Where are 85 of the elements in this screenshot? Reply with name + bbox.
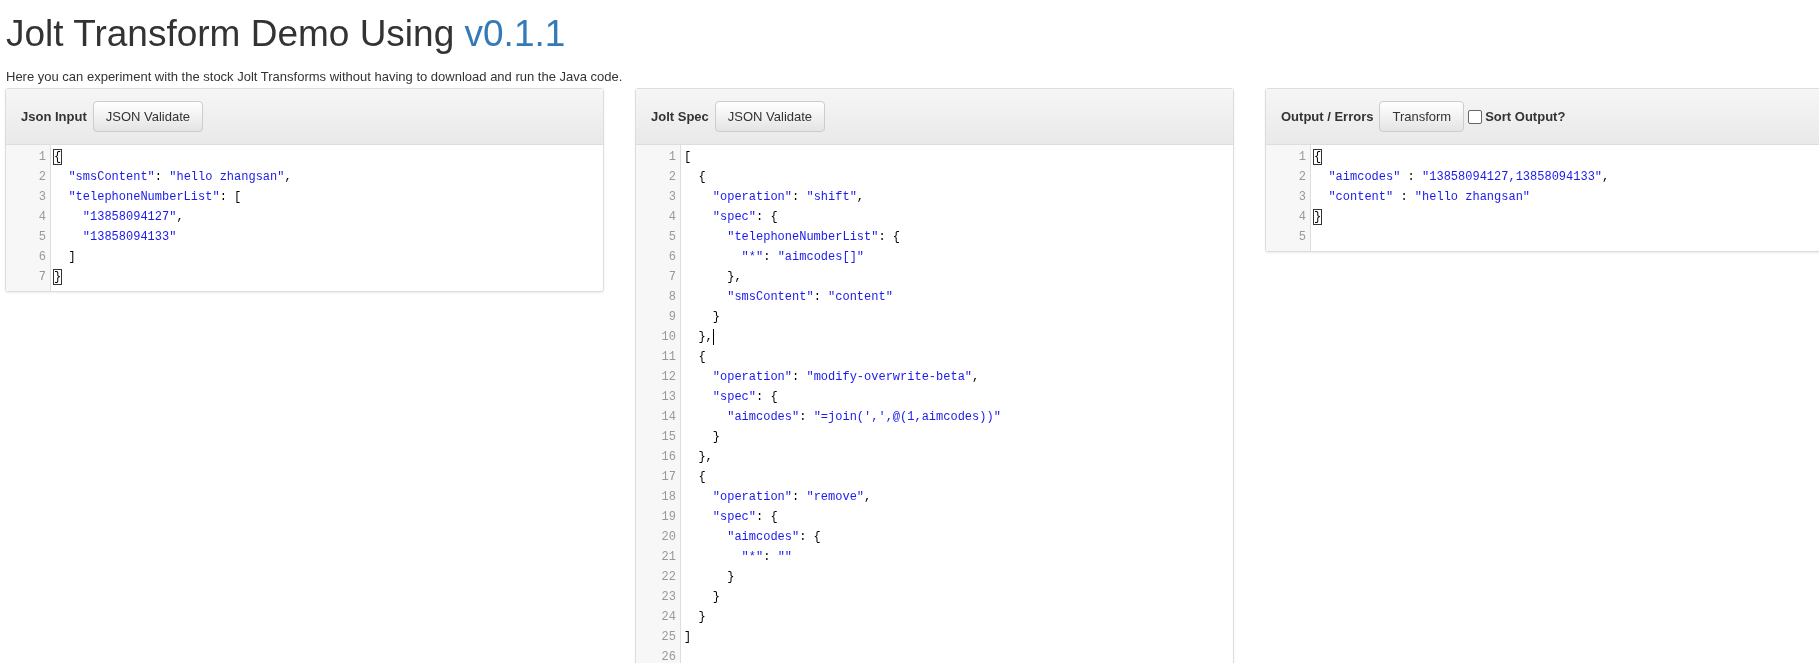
code-line: "telephoneNumberList": { xyxy=(726,229,901,246)
line-number: 15 xyxy=(661,430,676,444)
line-number: 5 xyxy=(1298,230,1306,244)
code-line: "*": "" xyxy=(740,549,793,566)
line-number: 5 xyxy=(38,230,46,244)
code-line: "spec": { xyxy=(711,209,778,226)
line-number: 2 xyxy=(1298,170,1306,184)
code-line: "content" : "hello zhangsan" xyxy=(1327,189,1531,206)
code-line: { xyxy=(1314,149,1322,166)
code-line: "operation": "modify-overwrite-beta", xyxy=(711,369,980,386)
line-number: 20 xyxy=(661,530,676,544)
code-line: "*": "aimcodes[]" xyxy=(740,249,865,266)
code-line: "spec": { xyxy=(711,389,778,406)
line-number: 4 xyxy=(668,210,676,224)
panel-title: Json Input xyxy=(21,109,87,124)
code-line: } xyxy=(726,569,735,586)
code-line: "aimcodes": { xyxy=(726,529,821,546)
sort-checkbox[interactable] xyxy=(1468,109,1483,124)
line-number: 3 xyxy=(668,190,676,204)
code-line: } xyxy=(54,269,62,286)
line-number: 2 xyxy=(668,170,676,184)
line-number: 10 xyxy=(661,330,676,344)
code-line: } xyxy=(711,309,720,326)
line-number: 8 xyxy=(668,290,676,304)
line-number: 4 xyxy=(1298,210,1306,224)
code-line: } xyxy=(711,589,720,606)
line-number: 24 xyxy=(661,610,676,624)
code-line: ] xyxy=(684,629,692,646)
line-number: 6 xyxy=(38,250,46,264)
code-line: { xyxy=(697,169,706,186)
code-line: }, xyxy=(697,329,713,346)
version-link[interactable]: v0.1.1 xyxy=(464,13,566,54)
line-number: 9 xyxy=(668,310,676,324)
line-number: 18 xyxy=(661,490,676,504)
line-number: 1 xyxy=(668,150,676,164)
line-number: 5 xyxy=(668,230,676,244)
code-line: } xyxy=(1314,209,1322,226)
code-line: { xyxy=(697,349,706,366)
code-line: ] xyxy=(67,249,76,266)
line-number: 19 xyxy=(661,510,676,524)
code-line: }, xyxy=(697,449,713,466)
line-number: 7 xyxy=(38,270,46,284)
line-number: 16 xyxy=(661,450,676,464)
code-line: }, xyxy=(726,269,742,286)
line-number: 11 xyxy=(661,350,676,364)
line-number: 14 xyxy=(661,410,676,424)
action-button[interactable]: JSON Validate xyxy=(92,101,203,132)
action-button[interactable]: JSON Validate xyxy=(714,101,826,132)
code-line: [ xyxy=(684,149,692,166)
line-number: 25 xyxy=(661,630,676,644)
line-number: 13 xyxy=(661,390,676,404)
line-number: 23 xyxy=(661,590,676,604)
line-number: 26 xyxy=(661,650,676,663)
code-line: "smsContent": "content" xyxy=(726,289,893,306)
code-line: { xyxy=(54,149,62,166)
code-line: } xyxy=(697,609,706,626)
code-line: "13858094133" xyxy=(81,229,177,246)
panel-title: Jolt Spec xyxy=(651,109,709,124)
code-line: "13858094127", xyxy=(81,209,184,226)
code-line: } xyxy=(711,429,720,446)
line-number: 17 xyxy=(661,470,676,484)
line-number: 3 xyxy=(38,190,46,204)
action-button[interactable]: Transform xyxy=(1379,101,1465,132)
panel-title: Output / Errors xyxy=(1281,109,1374,124)
line-number: 21 xyxy=(661,550,676,564)
code-line: "operation": "shift", xyxy=(711,189,865,206)
code-line: "telephoneNumberList": [ xyxy=(67,189,242,206)
line-number: 2 xyxy=(38,170,46,184)
line-number: 22 xyxy=(661,570,676,584)
line-number: 1 xyxy=(1298,150,1306,164)
line-number: 3 xyxy=(1298,190,1306,204)
line-number: 6 xyxy=(668,250,676,264)
code-line: "operation": "remove", xyxy=(711,489,872,506)
code-line: "aimcodes" : "13858094127,13858094133", xyxy=(1327,169,1610,186)
code-line: "spec": { xyxy=(711,509,778,526)
code-line: "aimcodes": "=join(',',@(1,aimcodes))" xyxy=(726,409,1001,426)
line-number: 7 xyxy=(668,270,676,284)
code-line: "smsContent": "hello zhangsan", xyxy=(67,169,292,186)
page-title: Jolt Transform Demo Using xyxy=(6,13,456,54)
line-number: 12 xyxy=(661,370,676,384)
page-description: Here you can experiment with the stock Jolt Transforms without having to download and run the Java code. xyxy=(6,69,624,85)
code-line: { xyxy=(697,469,706,486)
checkbox-label[interactable]: Sort Output? xyxy=(1485,109,1566,124)
line-number: 4 xyxy=(38,210,46,224)
line-number: 1 xyxy=(38,150,46,164)
